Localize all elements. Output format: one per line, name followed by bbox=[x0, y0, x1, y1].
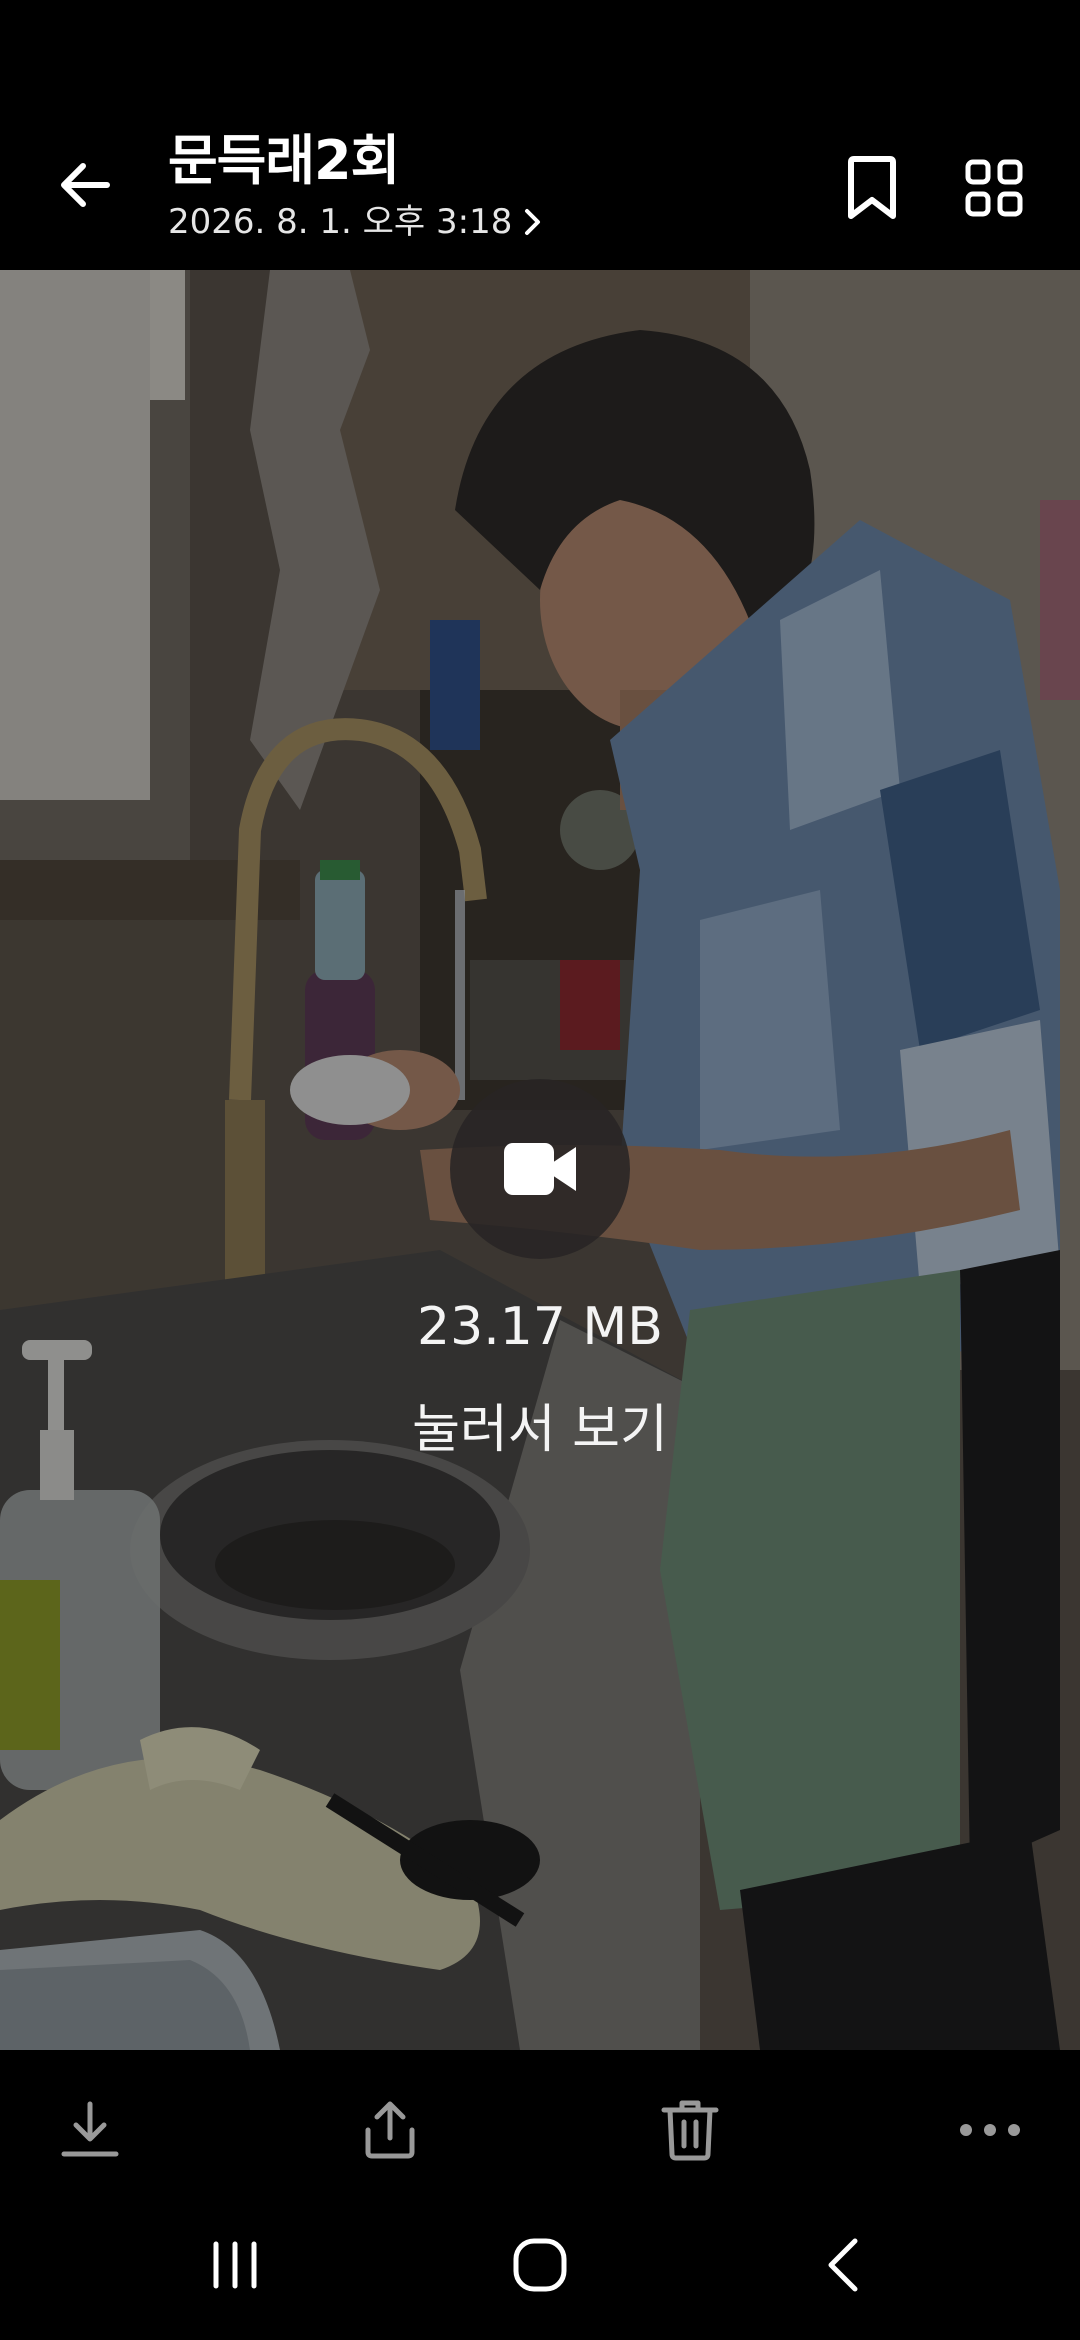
nav-back-button[interactable] bbox=[788, 2215, 898, 2315]
share-button[interactable] bbox=[340, 2080, 440, 2180]
tap-to-view-label[interactable]: 눌러서 보기 bbox=[0, 1398, 1080, 1462]
back-button[interactable] bbox=[40, 140, 130, 230]
chevron-right-icon bbox=[524, 208, 542, 236]
grid-icon bbox=[965, 159, 1023, 217]
date-row[interactable]: 2026. 8. 1. 오후 3:18 bbox=[168, 200, 542, 244]
bottom-toolbar bbox=[0, 2050, 1080, 2185]
share-icon bbox=[365, 2101, 415, 2159]
play-video-button[interactable] bbox=[450, 1079, 630, 1259]
capture-date: 2026. 8. 1. 오후 3:18 bbox=[168, 202, 513, 242]
home-button[interactable] bbox=[485, 2215, 595, 2315]
bookmark-icon bbox=[848, 156, 896, 219]
grid-view-button[interactable] bbox=[954, 148, 1034, 228]
download-button[interactable] bbox=[40, 2080, 140, 2180]
download-icon bbox=[61, 2101, 119, 2157]
bookmark-button[interactable] bbox=[832, 148, 912, 228]
title-block: 문득래2회 2026. 8. 1. 오후 3:18 bbox=[168, 126, 542, 244]
delete-button[interactable] bbox=[640, 2080, 740, 2180]
album-title: 문득래2회 bbox=[168, 129, 400, 192]
more-options-button[interactable] bbox=[940, 2080, 1040, 2180]
back-icon bbox=[828, 2238, 858, 2292]
video-camera-icon bbox=[504, 1143, 576, 1195]
file-size-label: 23.17 MB bbox=[417, 1297, 663, 1357]
arrow-left-icon bbox=[61, 163, 110, 207]
home-icon bbox=[513, 2238, 567, 2292]
recent-apps-icon bbox=[213, 2241, 257, 2289]
more-icon bbox=[960, 2124, 1020, 2136]
recent-apps-button[interactable] bbox=[180, 2215, 290, 2315]
trash-icon bbox=[661, 2100, 719, 2161]
